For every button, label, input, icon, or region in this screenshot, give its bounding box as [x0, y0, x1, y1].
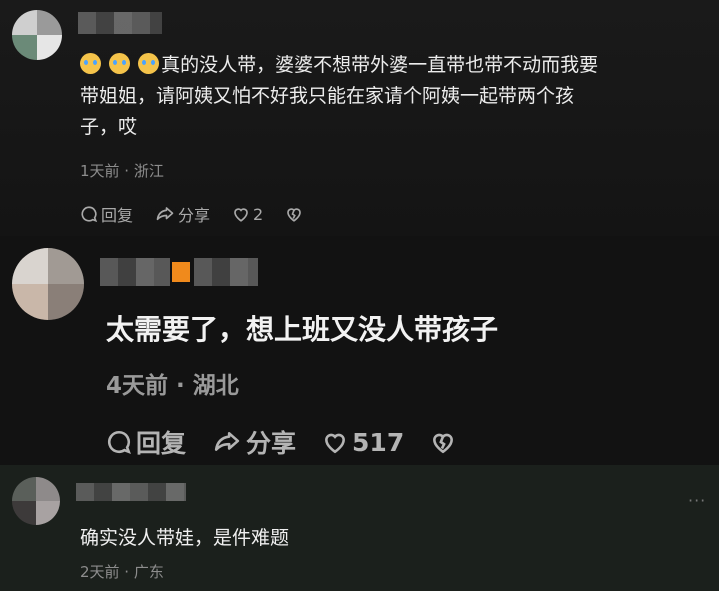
- comment-meta: 1天前 · 浙江: [80, 162, 164, 180]
- comment-1: 真的没人带，婆婆不想带外婆一直带也带不动而我要 带姐姐，请阿姨又怕不好我只能在家…: [0, 0, 719, 236]
- comment-text: 真的没人带，婆婆不想带外婆一直带也带不动而我要 带姐姐，请阿姨又怕不好我只能在家…: [80, 53, 599, 138]
- user-badge-icon: [172, 262, 190, 282]
- username-blurred[interactable]: [100, 258, 170, 286]
- like-button[interactable]: 2: [232, 205, 263, 224]
- comment-actions: 回复 分享 2: [80, 202, 303, 226]
- crying-face-icon: [109, 53, 131, 74]
- chat-bubble-icon: [107, 430, 131, 454]
- comment-text: 太需要了，想上班又没人带孩子: [106, 313, 499, 346]
- broken-heart-icon: [433, 433, 454, 454]
- comment-2: 太需要了，想上班又没人带孩子 4天前 · 湖北 回复 分享 517: [0, 236, 719, 465]
- reply-button[interactable]: 回复: [80, 202, 133, 226]
- avatar[interactable]: [12, 477, 60, 525]
- comment-text: 确实没人带娃，是件难题: [80, 527, 290, 549]
- like-button[interactable]: 517: [322, 428, 404, 457]
- comment-actions: 回复 分享 517: [106, 424, 456, 460]
- comment-meta: 2天前 · 广东: [80, 563, 164, 581]
- crying-face-icon: [80, 53, 101, 74]
- avatar[interactable]: [12, 248, 84, 320]
- chat-bubble-icon: [81, 206, 98, 223]
- username-blurred[interactable]: [78, 12, 162, 34]
- heart-icon: [325, 433, 345, 454]
- broken-heart-icon: [287, 208, 302, 222]
- share-arrow-icon: [156, 207, 174, 221]
- avatar[interactable]: [12, 10, 62, 60]
- comment-meta: 4天前 · 湖北: [106, 373, 239, 399]
- more-options-icon[interactable]: ···: [688, 491, 706, 510]
- share-arrow-icon: [214, 432, 240, 451]
- dislike-button[interactable]: [285, 205, 303, 223]
- username-blurred[interactable]: [76, 483, 186, 501]
- comment-3: ··· 确实没人带娃，是件难题 2天前 · 广东: [0, 465, 719, 591]
- share-button[interactable]: 分享: [212, 424, 296, 460]
- crying-face-icon: [138, 53, 160, 74]
- user-tag-blurred: [194, 258, 258, 286]
- reply-button[interactable]: 回复: [106, 424, 186, 460]
- dislike-button[interactable]: [430, 429, 456, 455]
- heart-icon: [234, 208, 248, 222]
- share-button[interactable]: 分享: [155, 202, 210, 226]
